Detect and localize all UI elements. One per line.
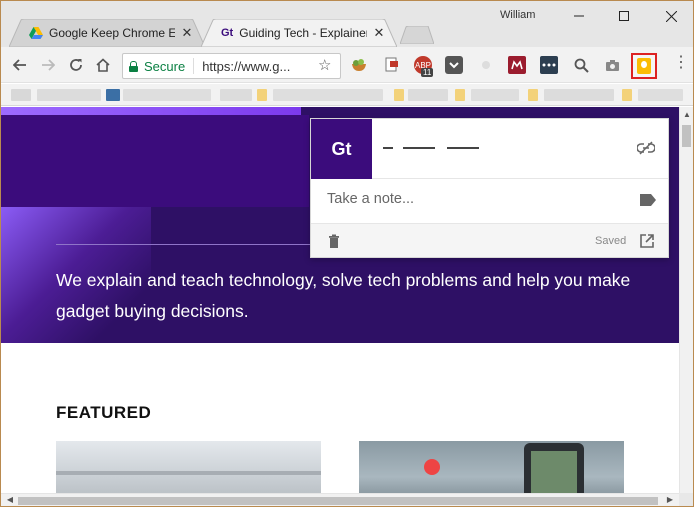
folder-icon[interactable] <box>622 89 632 101</box>
new-tab-button[interactable] <box>400 26 434 44</box>
saved-status: Saved <box>595 235 627 247</box>
dots-icon[interactable] <box>540 56 558 74</box>
close-icon[interactable]: ✕ <box>181 25 193 41</box>
camera-icon[interactable] <box>603 56 621 74</box>
address-bar[interactable]: Secure https://www.g... <box>122 53 341 79</box>
close-icon[interactable]: ✕ <box>373 25 385 41</box>
hero-tagline: We explain and teach technology, solve t… <box>56 270 631 321</box>
open-in-new-icon[interactable] <box>639 233 655 249</box>
scrollbar-corner <box>679 493 693 506</box>
back-button[interactable] <box>10 55 30 75</box>
bookmark-item[interactable] <box>37 89 101 101</box>
circle-icon[interactable] <box>477 56 495 74</box>
folder-icon[interactable] <box>394 89 404 101</box>
search-icon[interactable] <box>572 56 590 74</box>
title-placeholder-dash <box>447 147 479 149</box>
scroll-thumb[interactable] <box>18 497 658 505</box>
close-icon <box>665 10 677 22</box>
bookmark-item[interactable] <box>123 89 211 101</box>
link-icon[interactable] <box>637 139 655 157</box>
lock-icon <box>129 60 138 72</box>
maximize-button[interactable] <box>609 5 639 27</box>
pocket-icon[interactable] <box>445 56 463 74</box>
secure-indicator[interactable]: Secure <box>123 58 195 74</box>
horizontal-scrollbar[interactable]: ◀ ▶ <box>1 493 679 506</box>
home-icon <box>96 58 110 72</box>
bookmark-item[interactable] <box>11 89 31 101</box>
maximize-icon <box>619 11 629 21</box>
folder-icon[interactable] <box>455 89 465 101</box>
tab-strip: Google Keep Chrome Ext ✕ Gt Guiding Tech… <box>1 1 693 47</box>
bookmark-star-icon[interactable]: ☆ <box>318 56 331 74</box>
reload-icon <box>70 59 82 71</box>
featured-image-phone[interactable] <box>359 441 624 493</box>
title-placeholder-dash <box>403 147 435 149</box>
menu-dots-icon[interactable]: ⋮ <box>673 55 689 71</box>
abp-badge: 11 <box>421 68 434 77</box>
site-logo: Gt <box>311 119 372 179</box>
reload-button[interactable] <box>66 55 86 75</box>
title-placeholder-dash <box>383 147 393 149</box>
google-drive-icon <box>29 27 43 39</box>
pdf-icon[interactable] <box>382 56 400 74</box>
close-window-button[interactable] <box>656 5 686 27</box>
featured-heading: FEATURED <box>56 403 152 422</box>
minimize-button[interactable] <box>564 5 594 27</box>
home-button[interactable] <box>93 55 113 75</box>
bookmark-item[interactable] <box>471 89 519 101</box>
light-spot <box>424 459 440 475</box>
take-note-input[interactable]: Take a note... <box>327 191 414 207</box>
scroll-thumb[interactable] <box>682 125 691 147</box>
forward-button[interactable] <box>38 55 58 75</box>
label-icon[interactable] <box>640 194 656 206</box>
bookmark-item[interactable] <box>544 89 614 101</box>
folder-icon[interactable] <box>257 89 267 101</box>
bookmark-item[interactable] <box>408 89 448 101</box>
tab-title: Google Keep Chrome Ext <box>49 26 175 40</box>
scroll-up-icon[interactable]: ▲ <box>680 110 693 119</box>
browser-window: Google Keep Chrome Ext ✕ Gt Guiding Tech… <box>0 0 694 507</box>
tab-title: Guiding Tech - Explainers <box>239 26 367 40</box>
arrow-right-icon <box>42 59 55 71</box>
veggie-bowl-icon[interactable] <box>350 56 368 74</box>
keep-bulb-icon <box>637 58 651 74</box>
google-keep-extension-button[interactable] <box>631 53 657 79</box>
keep-popup: Gt Take a note... Saved <box>310 118 669 258</box>
featured-image-road[interactable] <box>56 441 321 493</box>
trash-icon[interactable] <box>328 234 340 248</box>
scroll-right-icon[interactable]: ▶ <box>663 495 677 504</box>
bookmark-item[interactable] <box>106 89 120 101</box>
bookmark-item[interactable] <box>273 89 383 101</box>
popup-header: Gt <box>311 119 668 179</box>
bookmark-item[interactable] <box>220 89 252 101</box>
phone-screen <box>531 451 577 493</box>
minimize-icon <box>574 15 584 17</box>
secure-label: Secure <box>144 58 186 74</box>
mendeley-icon[interactable] <box>508 56 526 74</box>
tab-guiding-tech[interactable]: Gt Guiding Tech - Explainers ✕ <box>201 19 397 47</box>
scroll-left-icon[interactable]: ◀ <box>3 495 17 504</box>
vertical-scrollbar[interactable]: ▲ <box>679 107 693 493</box>
guiding-tech-icon: Gt <box>221 27 234 39</box>
road-stripe <box>56 471 321 475</box>
folder-icon[interactable] <box>528 89 538 101</box>
bookmark-item[interactable] <box>638 89 683 101</box>
hero-panel <box>1 115 309 207</box>
tab-google-keep[interactable]: Google Keep Chrome Ext ✕ <box>9 19 205 47</box>
user-name[interactable]: William <box>500 9 535 21</box>
arrow-left-icon <box>13 59 26 71</box>
hero-stripe <box>1 107 301 115</box>
popup-footer: Saved <box>311 223 668 257</box>
bookmarks-bar <box>1 84 693 106</box>
